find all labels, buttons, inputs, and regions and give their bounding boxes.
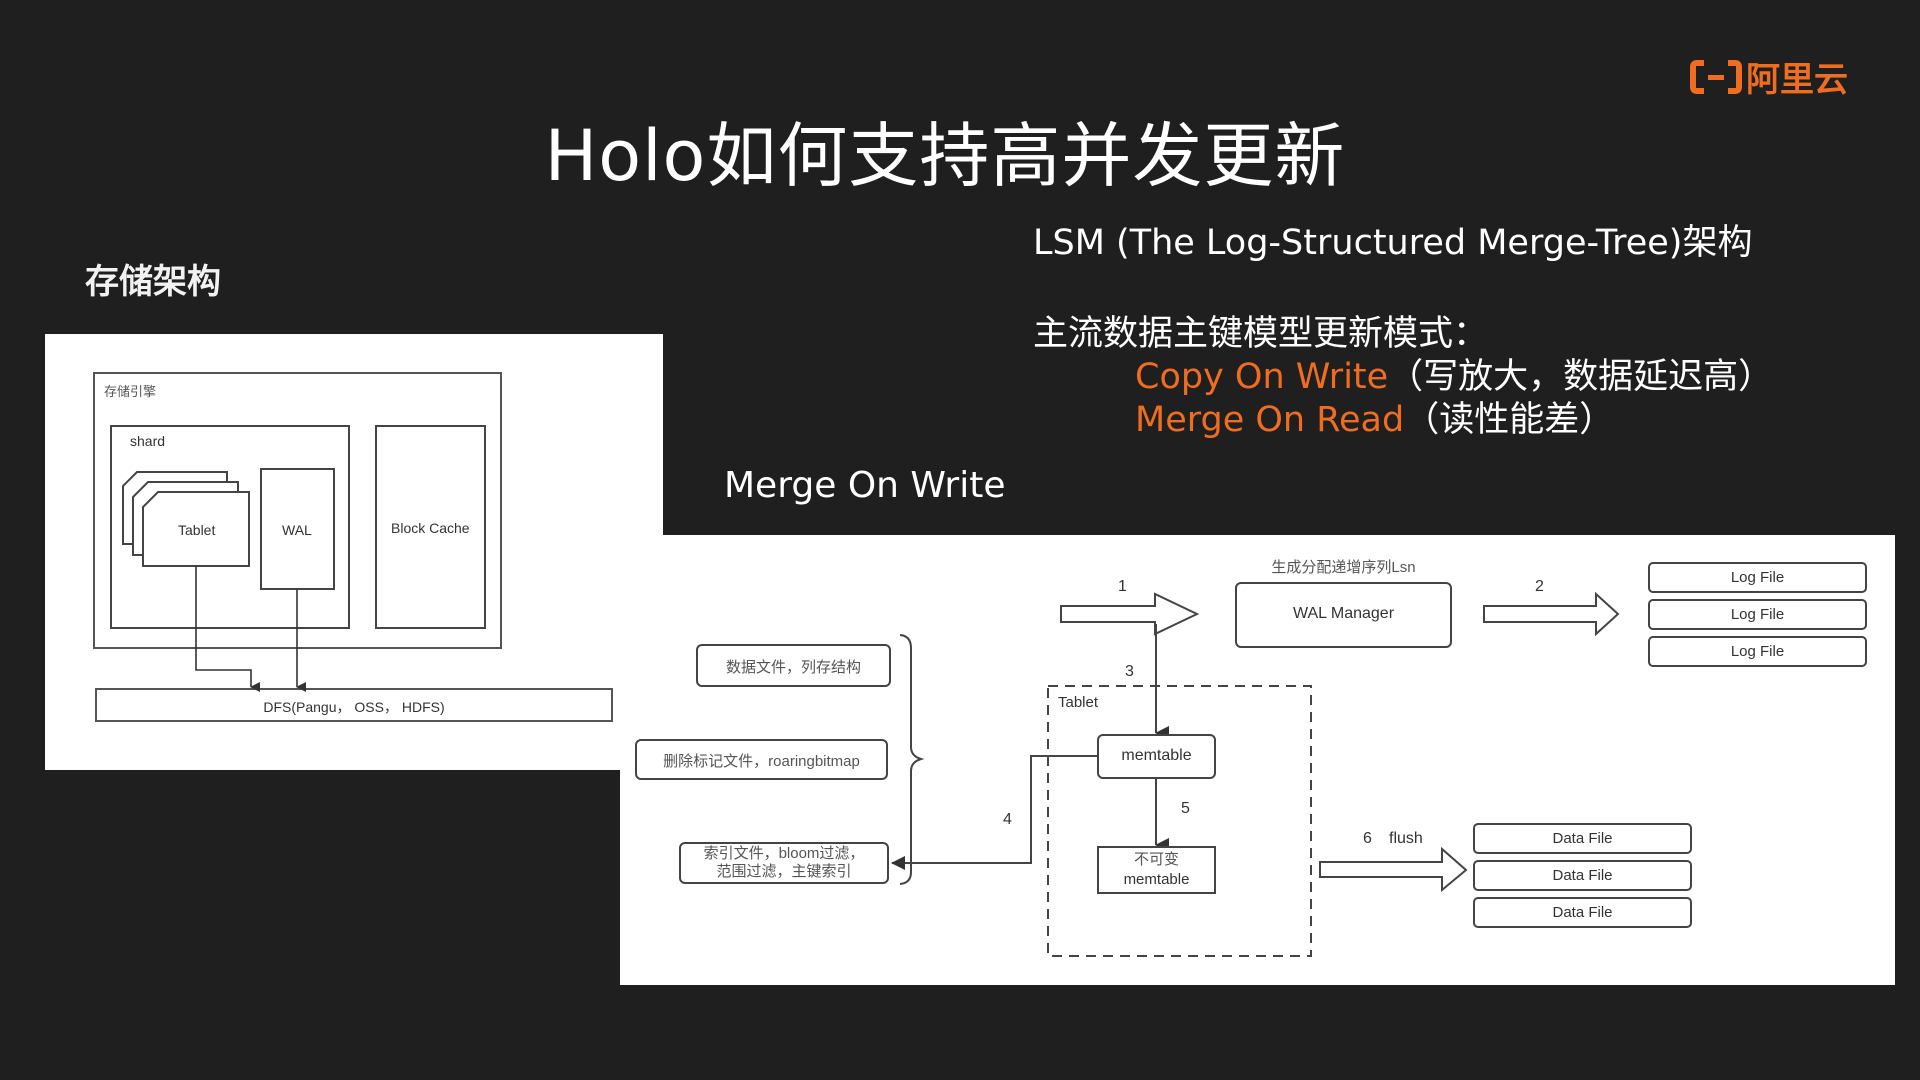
log-file-label: Log File (1730, 606, 1785, 623)
step-3-label: 3 (1125, 663, 1134, 680)
step-4-connector (891, 755, 1098, 870)
step-1-arrow (1060, 592, 1200, 636)
step-6-label: 6 (1363, 830, 1372, 847)
step-4-label: 4 (1003, 811, 1012, 828)
step-2-label: 2 (1535, 578, 1544, 595)
wal-manager-caption: 生成分配递增序列Lsn (1271, 559, 1416, 576)
step-6-flush-label: flush (1389, 830, 1423, 847)
index-file-type-label: 索引文件，bloom过滤， 范围过滤，主键索引 (703, 845, 865, 880)
immutable-memtable-label-line1: 不可变 (1133, 851, 1179, 868)
step-5-label: 5 (1181, 800, 1190, 817)
delete-marker-file-type-label: 删除标记文件，roaringbitmap (663, 753, 860, 770)
step-2-arrow (1483, 591, 1620, 637)
memtable-label: memtable (1121, 747, 1192, 764)
data-file-type-label: 数据文件，列存结构 (725, 659, 861, 676)
step-6-flush-arrow (1319, 846, 1468, 893)
log-file-label: Log File (1730, 569, 1785, 586)
data-file-label: Data File (1552, 904, 1613, 921)
wal-manager-label: WAL Manager (1292, 605, 1395, 622)
file-types-brace (899, 634, 925, 885)
data-file-label: Data File (1552, 830, 1613, 847)
tablet-dashed-label: Tablet (1058, 694, 1099, 711)
tablet-dashed-box (1047, 685, 1312, 957)
immutable-memtable-label-line2: memtable (1123, 871, 1190, 888)
log-file-label: Log File (1730, 643, 1785, 660)
step-1-label: 1 (1118, 578, 1127, 595)
data-file-label: Data File (1552, 867, 1613, 884)
